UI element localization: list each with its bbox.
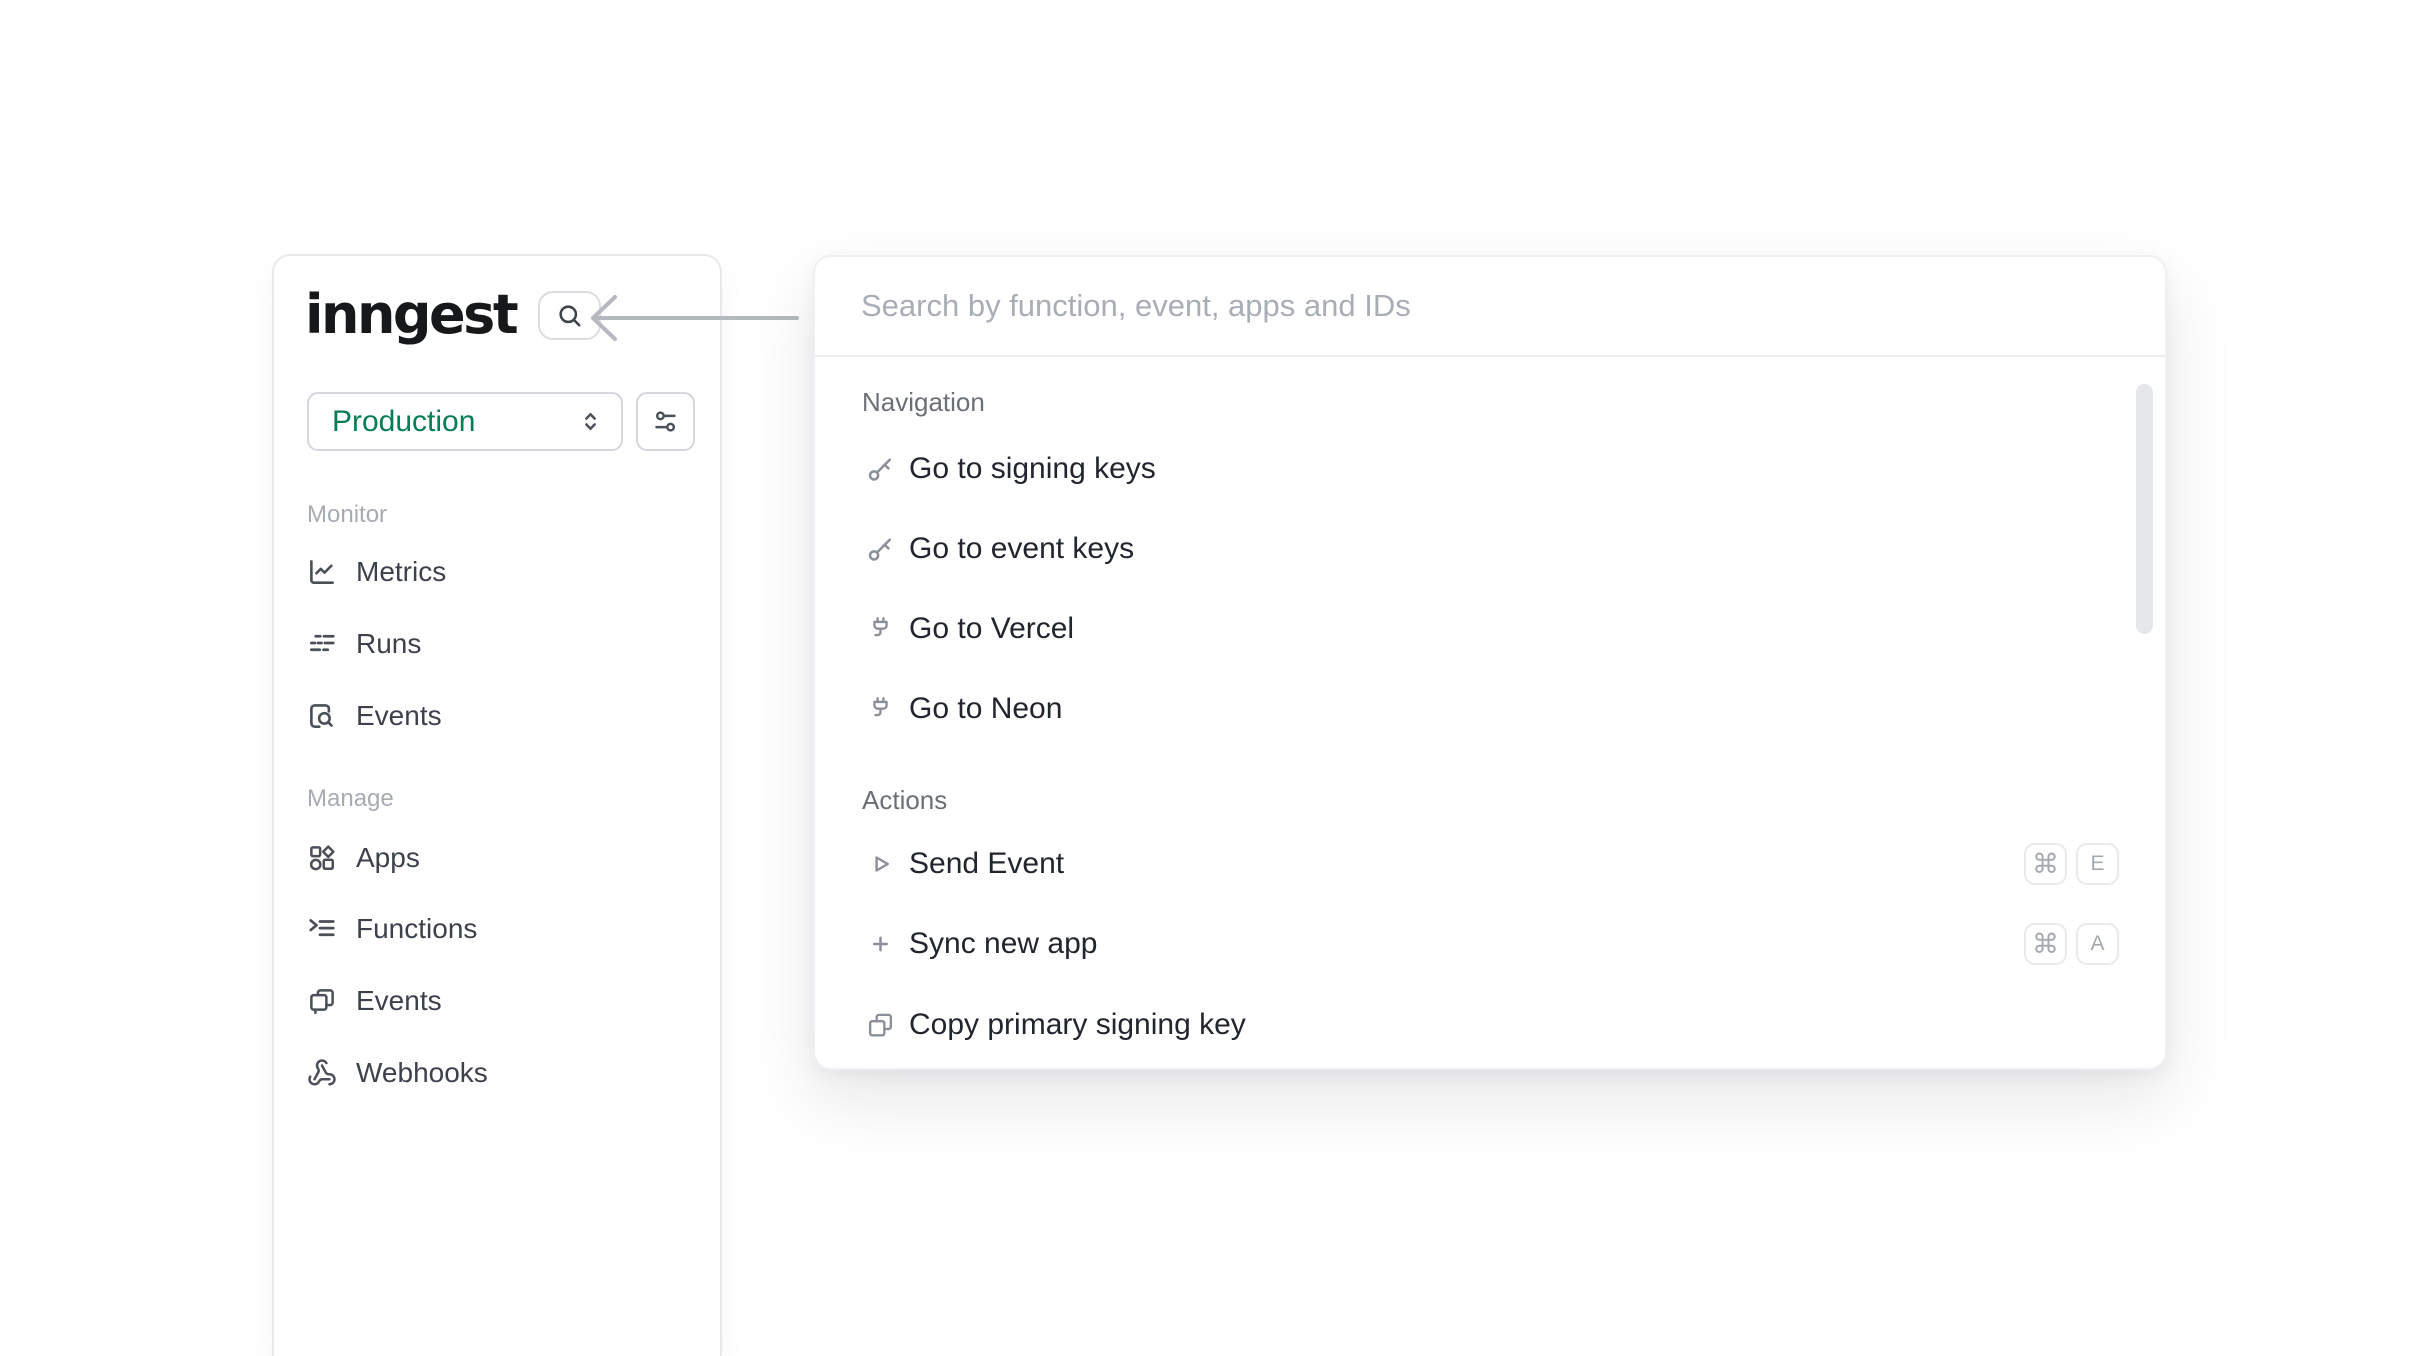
section-label-manage: Manage	[307, 785, 394, 813]
command-item-label: Go to signing keys	[909, 452, 1156, 486]
sidebar-item-label: Metrics	[356, 556, 446, 588]
functions-icon	[307, 914, 337, 944]
sidebar-header: inngest	[305, 288, 601, 342]
command-palette-modal: Navigation Go to signing keys Go to even…	[813, 255, 2167, 1070]
modal-scrollbar-thumb[interactable]	[2136, 384, 2153, 634]
chart-line-icon	[307, 557, 337, 587]
sidebar-item-functions[interactable]: Functions	[307, 905, 477, 953]
sidebar-item-label: Webhooks	[356, 1057, 488, 1089]
sidebar-item-label: Functions	[356, 913, 477, 945]
plug-icon	[867, 696, 894, 723]
sidebar-item-label: Apps	[356, 842, 420, 874]
command-item-label: Sync new app	[909, 927, 1097, 961]
sidebar-item-apps[interactable]: Apps	[307, 834, 420, 882]
environment-value: Production	[332, 405, 475, 439]
keycap-command: ⌘	[2024, 923, 2067, 965]
command-item-go-to-event-keys[interactable]: Go to event keys	[815, 519, 2165, 579]
environment-filter-button[interactable]	[636, 392, 695, 451]
command-item-go-to-neon[interactable]: Go to Neon	[815, 679, 2165, 739]
command-item-label: Copy primary signing key	[909, 1008, 1246, 1042]
event-search-icon	[307, 701, 337, 731]
sidebar-item-runs[interactable]: Runs	[307, 620, 421, 668]
key-icon	[867, 536, 894, 563]
command-item-go-to-signing-keys[interactable]: Go to signing keys	[815, 439, 2165, 499]
sidebar-item-webhooks[interactable]: Webhooks	[307, 1049, 488, 1097]
command-palette-search-input[interactable]	[861, 288, 2119, 324]
apps-icon	[307, 843, 337, 873]
plug-icon	[867, 616, 894, 643]
command-item-go-to-vercel[interactable]: Go to Vercel	[815, 599, 2165, 659]
sidebar-panel: inngest Production	[272, 254, 722, 1356]
keycap-command: ⌘	[2024, 843, 2067, 885]
chevrons-up-down-icon	[578, 409, 603, 434]
command-item-sync-new-app[interactable]: Sync new app ⌘ A	[815, 914, 2165, 974]
sidebar-item-label: Runs	[356, 628, 421, 660]
group-label-actions: Actions	[862, 785, 947, 816]
inngest-logo: inngest	[305, 288, 516, 342]
keycap-letter: E	[2076, 843, 2119, 885]
command-palette-search-row	[815, 257, 2165, 357]
section-label-monitor: Monitor	[307, 501, 387, 529]
sidebar-item-metrics[interactable]: Metrics	[307, 548, 446, 596]
keycap-letter: A	[2076, 923, 2119, 965]
plus-icon	[867, 931, 894, 958]
search-icon	[555, 301, 584, 330]
command-item-copy-primary-signing-key[interactable]: Copy primary signing key	[815, 995, 2165, 1055]
sliders-icon	[652, 408, 679, 435]
sidebar-item-label: Events	[356, 985, 442, 1017]
sidebar-item-label: Events	[356, 700, 442, 732]
key-icon	[867, 456, 894, 483]
shortcut-keys: ⌘ E	[2024, 843, 2119, 885]
command-item-label: Go to event keys	[909, 532, 1134, 566]
sidebar-item-events-manage[interactable]: Events	[307, 977, 442, 1025]
command-item-label: Go to Neon	[909, 692, 1062, 726]
copy-icon	[867, 1012, 894, 1039]
shortcut-keys: ⌘ A	[2024, 923, 2119, 965]
sidebar-search-button[interactable]	[538, 291, 601, 340]
command-item-send-event[interactable]: Send Event ⌘ E	[815, 834, 2165, 894]
command-item-label: Go to Vercel	[909, 612, 1074, 646]
sidebar-item-events-monitor[interactable]: Events	[307, 692, 442, 740]
runs-list-icon	[307, 629, 337, 659]
environment-selector[interactable]: Production	[307, 392, 623, 451]
command-item-label: Send Event	[909, 847, 1064, 881]
webhook-icon	[307, 1058, 337, 1088]
group-label-navigation: Navigation	[862, 387, 985, 418]
events-icon	[307, 986, 337, 1016]
environment-row: Production	[307, 392, 695, 451]
play-icon	[867, 851, 894, 878]
